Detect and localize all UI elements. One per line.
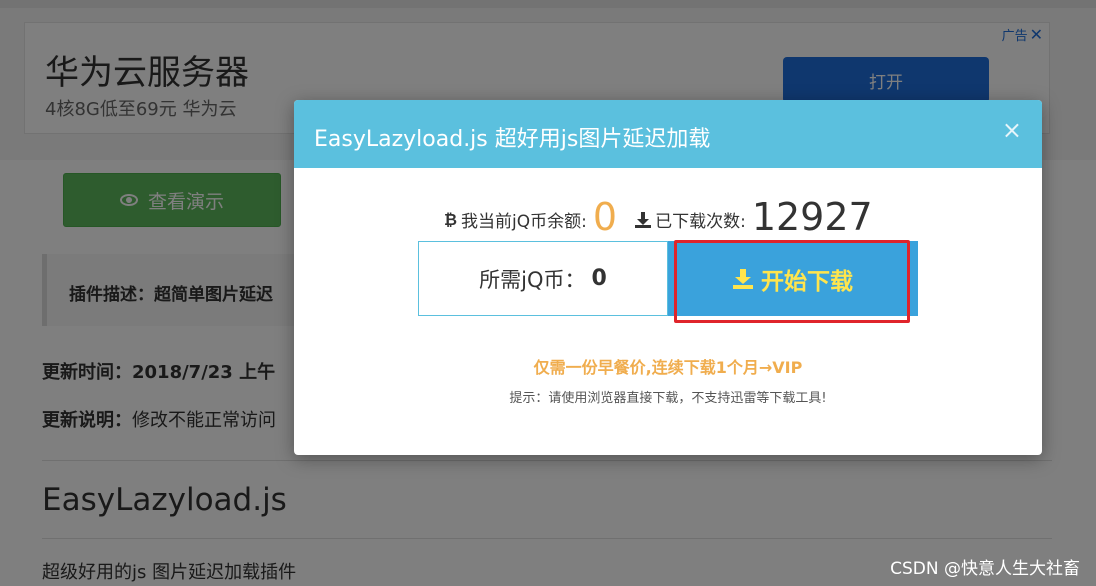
account-stats: ₿ 我当前jQ币余额: 0 已下载次数: 12927 (444, 196, 904, 236)
download-tip: 提示：请使用浏览器直接下载，不支持迅雷等下载工具! (509, 391, 827, 406)
download-button-icon (733, 268, 753, 289)
bitcoin-icon: ₿ (444, 209, 458, 229)
modal-header: EasyLazyload.js 超好用js图片延迟加载 × (294, 100, 1042, 168)
watermark: CSDN @快意人生大社畜 (890, 559, 1080, 579)
cost-label: 所需jQ币： (479, 267, 586, 292)
balance-stat: ₿ 我当前jQ币余额: 0 (444, 198, 617, 236)
download-icon (635, 211, 652, 228)
balance-label-wrap: ₿ 我当前jQ币余额: (444, 207, 587, 236)
vip-link[interactable]: 仅需一份早餐价,连续下载1个月→VIP (294, 354, 1042, 378)
modal-title: EasyLazyload.js 超好用js图片延迟加载 (314, 127, 711, 152)
download-modal: EasyLazyload.js 超好用js图片延迟加载 × ₿ 我当前jQ币余额… (294, 100, 1042, 455)
cost-value: 0 (591, 266, 607, 291)
start-download-label: 开始下载 (761, 268, 853, 295)
downloads-label-wrap: 已下载次数: (635, 207, 746, 236)
balance-label: 我当前jQ币余额: (461, 212, 587, 232)
downloads-label: 已下载次数: (655, 212, 746, 232)
balance-value: 0 (592, 195, 618, 239)
start-download-button[interactable]: 开始下载 (668, 241, 918, 316)
downloads-stat: 已下载次数: 12927 (635, 198, 873, 236)
required-coins-box: 所需jQ币： 0 (418, 241, 668, 316)
close-icon[interactable]: × (1002, 118, 1022, 142)
downloads-value: 12927 (751, 195, 873, 239)
